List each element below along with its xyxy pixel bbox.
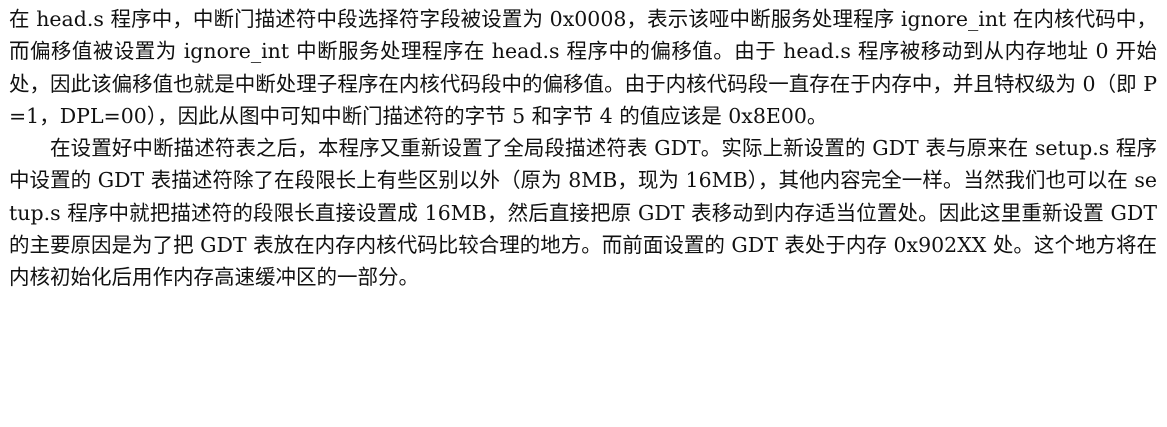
document-page: 在 head.s 程序中，中断门描述符中段选择符字段被设置为 0x0008，表示… <box>0 3 1167 427</box>
paragraph-interrupt-gate-descriptor: 在 head.s 程序中，中断门描述符中段选择符字段被设置为 0x0008，表示… <box>9 7 1157 128</box>
paragraph-gdt-reset: 在设置好中断描述符表之后，本程序又重新设置了全局段描述符表 GDT。实际上新设置… <box>9 136 1157 290</box>
